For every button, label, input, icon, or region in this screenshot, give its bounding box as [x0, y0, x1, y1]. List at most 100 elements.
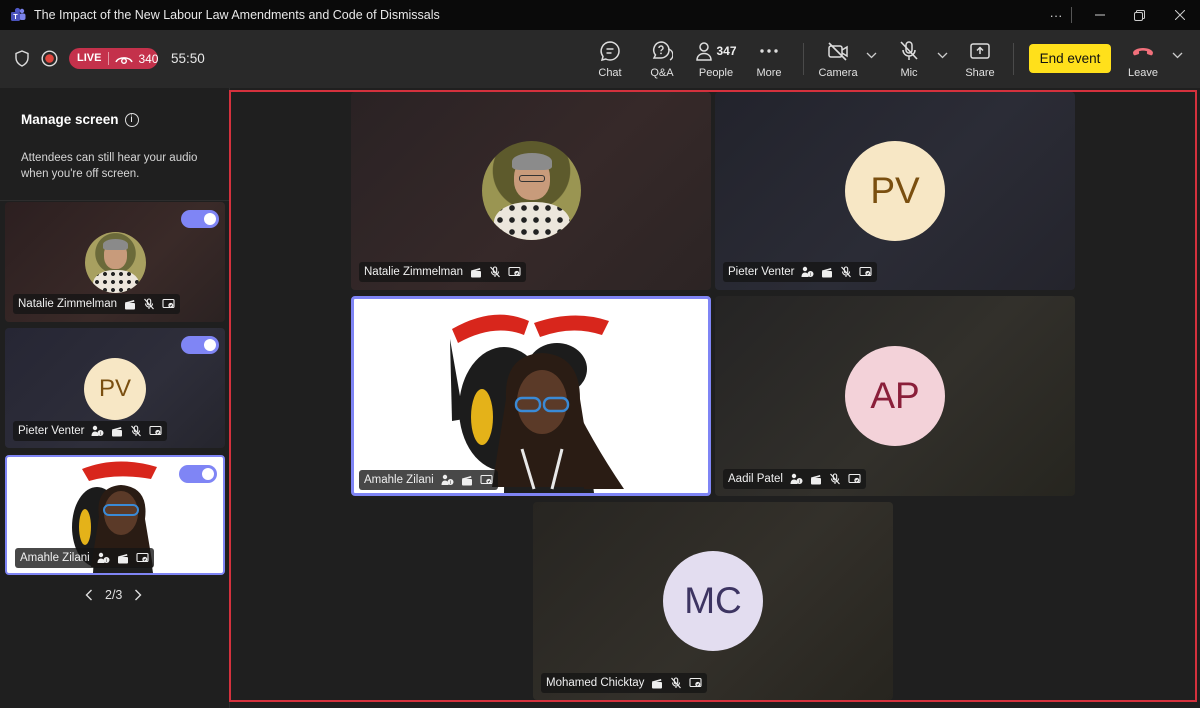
participant-label: Natalie Zimmelman [359, 262, 527, 282]
screen-icon [859, 266, 873, 277]
participant-thumbnail[interactable]: PV Pieter Venter i [5, 328, 225, 448]
clapper-icon [822, 267, 833, 277]
leave-label: Leave [1128, 67, 1158, 79]
mic-label: Mic [900, 67, 918, 79]
participant-label: Pieter Venter i [723, 262, 878, 282]
visibility-toggle[interactable] [181, 210, 219, 228]
chevron-down-icon[interactable] [1172, 52, 1183, 59]
toolbar-divider [803, 43, 804, 75]
end-event-button[interactable]: End event [1029, 44, 1111, 73]
minimize-button[interactable] [1080, 0, 1120, 30]
close-button[interactable] [1160, 0, 1200, 30]
participant-thumbnail[interactable]: Natalie Zimmelman [5, 202, 225, 322]
screen-icon [508, 266, 521, 277]
participant-photo [85, 232, 146, 293]
viewer-count: 340 [109, 52, 158, 66]
restore-icon [1133, 9, 1145, 21]
people-button[interactable]: 347 People [692, 40, 740, 79]
hand-icon: i [801, 266, 814, 278]
window-title: The Impact of the New Labour Law Amendme… [34, 8, 440, 22]
participant-name: Natalie Zimmelman [364, 266, 464, 278]
visibility-toggle[interactable] [181, 336, 219, 354]
people-label: People [698, 67, 734, 79]
restore-button[interactable] [1119, 0, 1159, 30]
viewer-count-value: 340 [138, 51, 159, 66]
panel-title: Manage screen i [21, 112, 139, 127]
participant-name: Amahle Zilani [20, 552, 90, 564]
participant-tile[interactable]: PV Pieter Venter i [715, 92, 1075, 290]
video-feed [450, 314, 624, 493]
svg-text:i: i [799, 479, 800, 485]
panel-title-text: Manage screen [21, 112, 119, 127]
leave-button[interactable]: Leave [1119, 40, 1167, 79]
info-icon[interactable]: i [124, 112, 139, 127]
clapper-icon [461, 475, 472, 485]
avatar: AP [845, 346, 945, 446]
svg-text:i: i [810, 272, 811, 278]
window-more-button[interactable]: ··· [1036, 0, 1076, 30]
clapper-icon [125, 299, 136, 309]
camera-button[interactable]: Camera [814, 40, 862, 79]
mic-off-icon [900, 41, 918, 60]
record-icon[interactable] [41, 50, 58, 67]
more-icon [760, 49, 778, 53]
screen-icon [136, 552, 149, 563]
teams-logo: T [11, 7, 26, 21]
participant-label: Pieter Venter i [13, 421, 168, 441]
clapper-icon [112, 426, 123, 436]
mic-muted-icon [131, 425, 142, 437]
participant-name: Mohamed Chicktay [546, 677, 645, 689]
participant-tile[interactable]: Natalie Zimmelman [351, 92, 711, 290]
svg-text:i: i [106, 558, 107, 564]
mic-button[interactable]: Mic [885, 40, 933, 79]
divider [0, 200, 230, 201]
participant-tile[interactable]: MC Mohamed Chicktay [533, 502, 893, 700]
live-label: LIVE [69, 52, 110, 65]
participant-tile[interactable]: Amahle Zilani i [351, 296, 711, 496]
close-icon [1175, 10, 1185, 20]
share-icon [970, 43, 990, 59]
hand-icon: i [441, 474, 454, 486]
title-bar: T The Impact of the New Labour Law Amend… [0, 0, 1200, 30]
participant-label: Amahle Zilani i [359, 470, 498, 490]
hand-icon: i [97, 552, 110, 564]
qa-button[interactable]: Q&A [638, 40, 686, 79]
screen-icon [149, 425, 163, 436]
shield-icon[interactable] [14, 50, 30, 67]
avatar: PV [84, 358, 146, 420]
participant-label: Amahle Zilani i [15, 548, 154, 568]
participant-label: Aadil Patel i [723, 469, 866, 489]
chevron-left-icon[interactable] [85, 589, 93, 601]
screen-icon [162, 298, 175, 309]
visibility-toggle[interactable] [179, 465, 217, 483]
more-label: More [756, 67, 782, 79]
screen-icon [480, 474, 493, 485]
panel-description: Attendees can still hear your audio when… [21, 152, 198, 180]
clapper-icon [810, 474, 821, 484]
eye-icon [115, 57, 134, 64]
participant-thumbnail[interactable]: Amahle Zilani i [5, 455, 225, 575]
qa-label: Q&A [650, 67, 674, 79]
clapper-icon [117, 553, 128, 563]
share-button[interactable]: Share [956, 40, 1004, 79]
participant-label: Mohamed Chicktay [541, 673, 708, 693]
event-stage: Natalie Zimmelman PV Pieter Venter i Ama… [229, 90, 1197, 702]
chat-button[interactable]: Chat [586, 40, 634, 79]
pagination: 2/3 [85, 588, 142, 602]
avatar: MC [663, 551, 763, 651]
chevron-right-icon[interactable] [134, 589, 142, 601]
chevron-down-icon[interactable] [937, 52, 948, 59]
svg-text:i: i [450, 480, 451, 486]
participant-name: Pieter Venter [18, 425, 85, 437]
clapper-icon [471, 267, 482, 277]
mic-muted-icon [144, 298, 155, 310]
chevron-down-icon[interactable] [866, 52, 877, 59]
screen-icon [848, 473, 861, 484]
avatar: PV [845, 141, 945, 241]
participant-name: Aadil Patel [728, 473, 783, 485]
chat-icon [600, 41, 620, 62]
mic-muted-icon [490, 266, 501, 278]
participant-tile[interactable]: AP Aadil Patel i [715, 296, 1075, 496]
page-indicator: 2/3 [105, 588, 123, 602]
more-button[interactable]: More [745, 40, 793, 79]
